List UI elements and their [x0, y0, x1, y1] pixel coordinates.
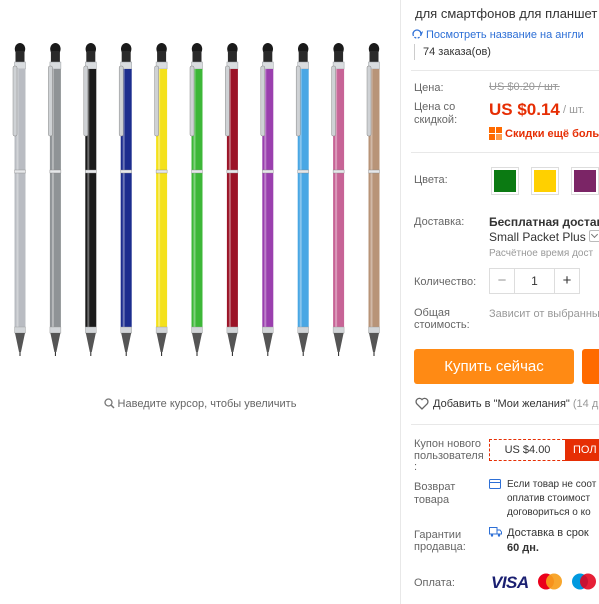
chevron-down-icon[interactable]	[588, 230, 599, 242]
guarantee-text: Доставка в срок	[507, 527, 589, 539]
quantity-input[interactable]: 1	[514, 269, 555, 293]
color-swatch[interactable]	[571, 167, 599, 195]
returns-line1: Если товар не соот	[507, 479, 597, 490]
pen	[366, 43, 380, 356]
returns-label-line1: Возврат	[414, 481, 456, 493]
pen	[83, 43, 97, 356]
returns-policy-text: Если товар не соот оплатив стоимост дого…	[507, 478, 596, 520]
product-title: для смартфонов для планшет	[415, 6, 598, 21]
shipping-label: Доставка:	[414, 216, 465, 228]
shipping-method-label: Small Packet Plus	[489, 230, 586, 244]
colors-label: Цвета:	[414, 174, 448, 186]
color-swatch-fill	[534, 170, 556, 192]
mastercard-icon	[535, 572, 565, 591]
buy-now-button[interactable]: Купить сейчас	[414, 349, 574, 384]
get-coupon-button[interactable]: ПОЛ	[565, 439, 599, 461]
color-swatch-fill	[494, 170, 516, 192]
coupon-label-line2: пользователя	[414, 450, 484, 462]
product-info-panel: для смартфонов для планшет Посмотреть на…	[401, 0, 599, 604]
returns-line2: оплатив стоимост	[507, 493, 591, 504]
total-value: Зависит от выбранны	[489, 308, 599, 320]
quantity-decrease-button[interactable]: −	[490, 269, 514, 293]
truck-icon	[489, 527, 502, 537]
translate-link-text: Посмотреть название на англи	[426, 29, 584, 41]
pen	[12, 43, 26, 356]
pen	[260, 43, 274, 356]
pen	[295, 43, 309, 356]
translate-title-link[interactable]: Посмотреть название на англи	[411, 28, 584, 43]
add-to-cart-button[interactable]	[582, 349, 599, 384]
coupon-label-line1: Купон нового	[414, 438, 482, 450]
discount-price: US $0.14	[489, 100, 560, 119]
add-to-wishlist-link[interactable]: Добавить в "Мои желания" (14 д	[415, 397, 598, 413]
more-discounts-link[interactable]: Скидки ещё больш	[505, 128, 599, 140]
return-icon	[489, 479, 501, 489]
delivery-estimate: Расчётное время дост	[489, 248, 594, 259]
price-label: Цена:	[414, 82, 444, 94]
discount-price-label-line2: скидкой:	[414, 114, 458, 126]
product-gallery[interactable]: Наведите курсор, чтобы увеличить	[0, 0, 400, 604]
price-unit: / шт.	[563, 104, 585, 116]
orders-count: 74 заказа(ов)	[414, 44, 491, 60]
shipping-method-select[interactable]: Small Packet Plus	[489, 230, 599, 244]
color-swatch[interactable]	[491, 167, 519, 195]
maestro-icon	[569, 572, 599, 591]
payment-label: Оплата:	[414, 577, 455, 589]
quantity-stepper: − 1 +	[489, 268, 580, 294]
pen	[154, 43, 168, 356]
coupon-label-line3: :	[414, 461, 418, 473]
quantity-label: Количество:	[414, 276, 477, 288]
wishlist-label: Добавить в "Мои желания"	[433, 398, 570, 410]
quantity-increase-button[interactable]: +	[555, 269, 579, 293]
pen	[48, 43, 62, 356]
pen	[118, 43, 132, 356]
returns-line3: договориться о ко	[507, 507, 591, 518]
color-swatch[interactable]	[531, 167, 559, 195]
shipping-title: Бесплатная доставка	[489, 215, 599, 229]
returns-label-line2: товара	[414, 494, 450, 506]
magnifier-icon	[103, 398, 115, 412]
divider	[411, 424, 599, 425]
color-swatch-fill	[574, 170, 596, 192]
pen	[189, 43, 203, 356]
visa-logo: VISA	[491, 573, 529, 592]
zoom-hint-text: Наведите курсор, чтобы увеличить	[117, 398, 297, 410]
product-image[interactable]	[0, 0, 400, 380]
pen	[225, 43, 239, 356]
guarantee-label-line2: продавца:	[414, 541, 466, 553]
guarantee-label-line1: Гарантии	[414, 529, 462, 541]
heart-icon	[415, 397, 429, 413]
coupon-value: US $4.00	[489, 439, 565, 461]
original-price: US $0.20 / шт.	[489, 81, 560, 93]
wishlist-count: (14 д	[572, 398, 599, 410]
guarantee-days: 60 дн.	[507, 542, 539, 554]
total-label-line2: стоимость:	[414, 319, 470, 331]
zoom-hint: Наведите курсор, чтобы увеличить	[0, 398, 400, 412]
divider	[411, 70, 599, 71]
pen	[331, 43, 345, 356]
discount-price-label-line1: Цена со	[414, 101, 456, 113]
total-label-line1: Общая	[414, 307, 450, 319]
divider	[411, 152, 599, 153]
translate-icon	[411, 28, 423, 43]
discount-grid-icon	[489, 127, 502, 140]
